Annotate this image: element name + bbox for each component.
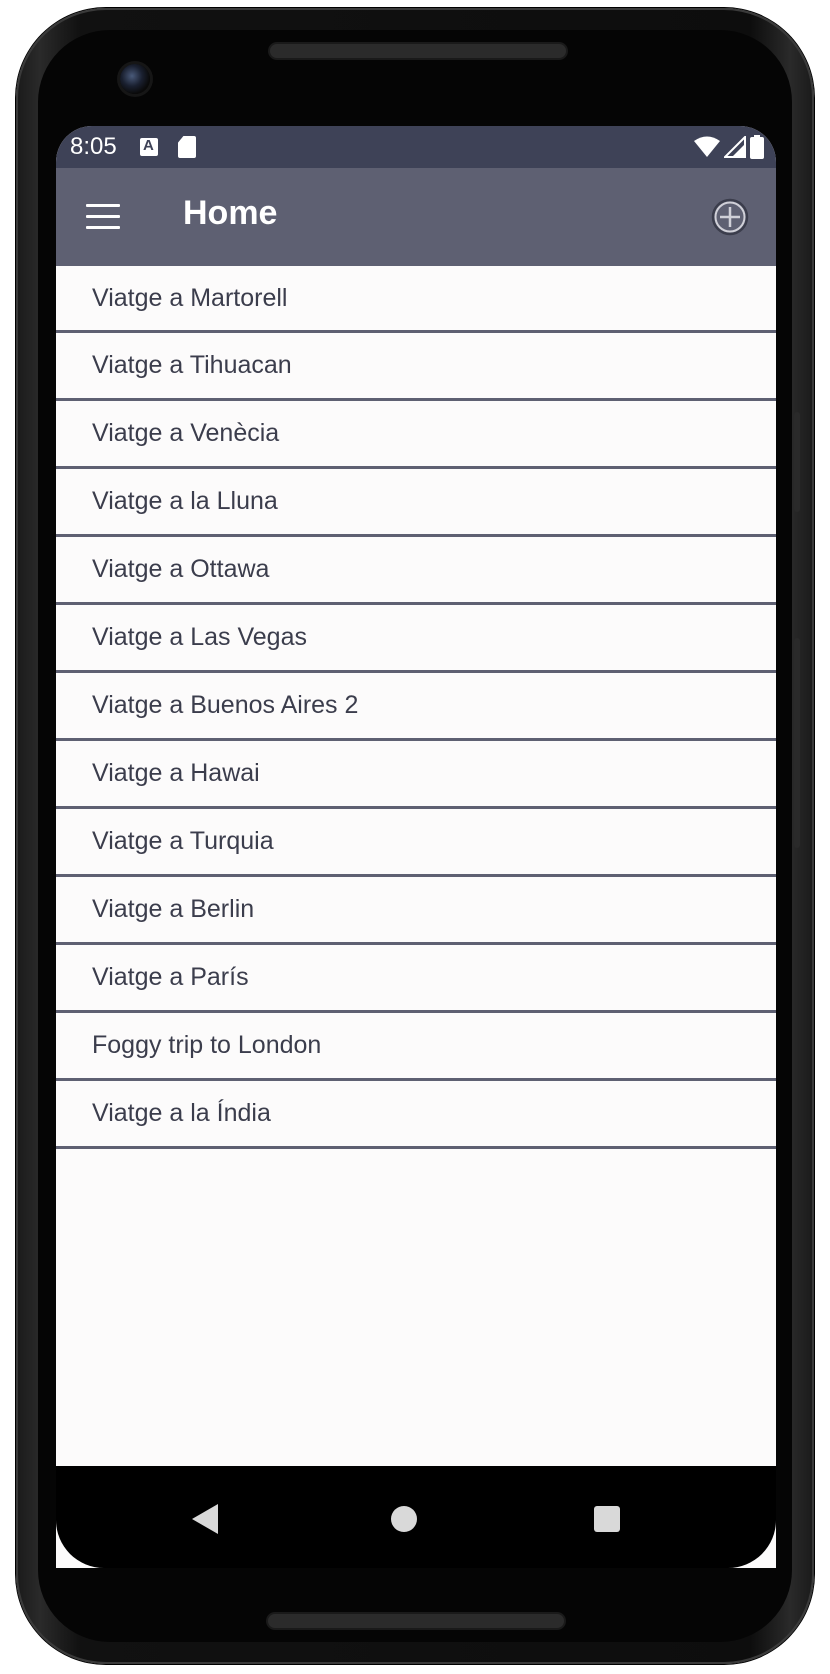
trip-list-item[interactable]: Viatge a Tihuacan xyxy=(56,333,776,401)
add-circle-icon[interactable] xyxy=(710,197,750,237)
front-camera xyxy=(120,64,150,94)
navigation-bar xyxy=(56,1466,776,1568)
trip-list-item[interactable]: Viatge a la Lluna xyxy=(56,469,776,537)
power-button xyxy=(794,638,800,848)
trip-list-item[interactable]: Viatge a Turquia xyxy=(56,809,776,877)
trip-list-item[interactable]: Viatge a Martorell xyxy=(56,266,776,333)
earpiece-speaker xyxy=(270,44,566,58)
trip-list-item[interactable]: Viatge a Hawai xyxy=(56,741,776,809)
status-bar: 8:05 A xyxy=(56,126,776,168)
sd-card-icon xyxy=(178,136,196,158)
trip-list-item[interactable]: Viatge a Ottawa xyxy=(56,537,776,605)
back-icon[interactable] xyxy=(192,1504,218,1534)
notification-a-icon: A xyxy=(140,137,158,156)
signal-icon xyxy=(724,136,746,158)
wifi-icon xyxy=(694,136,720,157)
home-icon[interactable] xyxy=(391,1506,417,1532)
bottom-speaker xyxy=(268,1614,564,1628)
trip-list-item[interactable]: Viatge a París xyxy=(56,945,776,1013)
volume-button xyxy=(794,412,800,512)
status-time: 8:05 xyxy=(70,133,117,160)
trip-list: Viatge a Martorell Viatge a Tihuacan Viatg… xyxy=(56,266,776,1149)
trip-list-item[interactable]: Viatge a Venècia xyxy=(56,401,776,469)
screen: 8:05 A Home Viatge a Martorell Viatge a … xyxy=(56,126,776,1568)
app-bar: Home xyxy=(56,168,776,266)
trip-list-item[interactable]: Foggy trip to London xyxy=(56,1013,776,1081)
page-title: Home xyxy=(183,194,278,232)
hamburger-menu-icon[interactable] xyxy=(86,204,120,230)
recent-apps-icon[interactable] xyxy=(594,1506,620,1532)
trip-list-item[interactable]: Viatge a Berlin xyxy=(56,877,776,945)
status-icons xyxy=(694,134,764,160)
trip-list-item[interactable]: Viatge a Las Vegas xyxy=(56,605,776,673)
battery-icon xyxy=(750,135,764,159)
trip-list-item[interactable]: Viatge a Buenos Aires 2 xyxy=(56,673,776,741)
trip-list-item[interactable]: Viatge a la Índia xyxy=(56,1081,776,1149)
